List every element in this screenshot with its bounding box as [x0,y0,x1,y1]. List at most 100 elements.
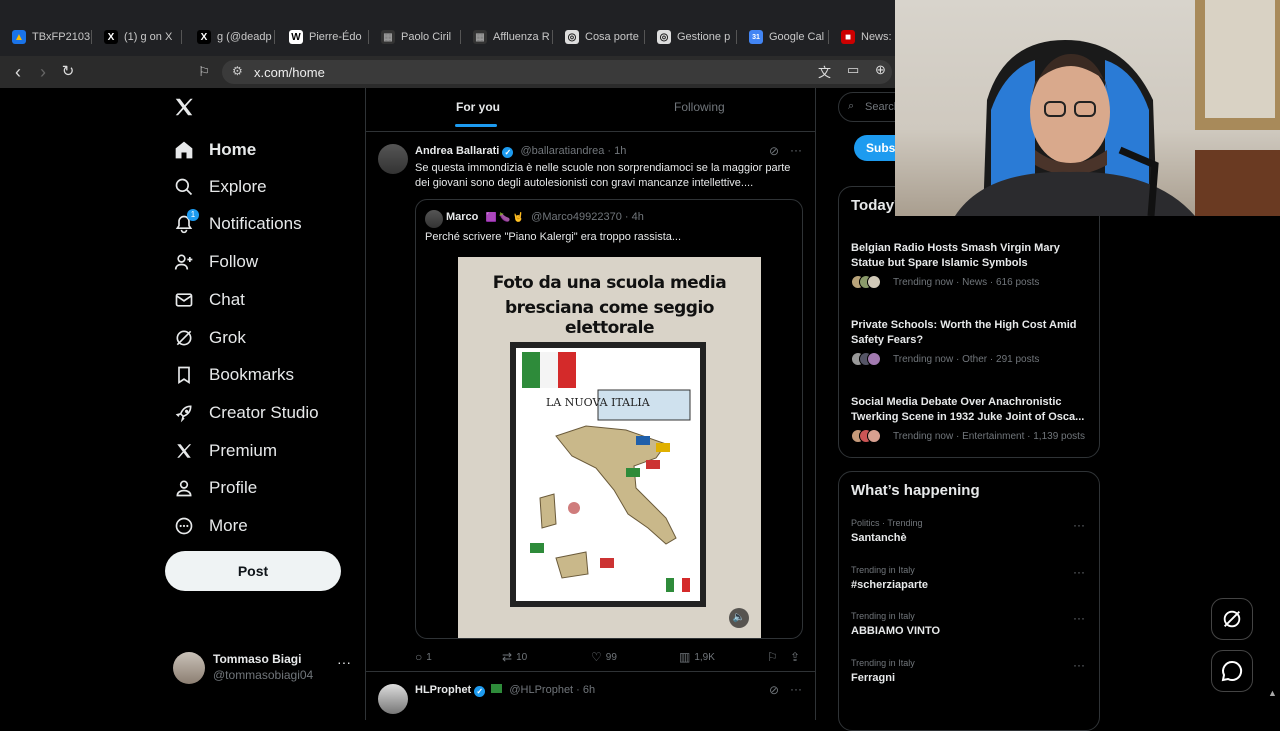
browser-tab[interactable]: ▦ Paolo Ciril [381,28,461,46]
browser-tab[interactable]: ◎ Cosa porte [565,28,645,46]
quote-media-image[interactable]: Foto da una scuola media bresciana come … [458,257,761,638]
account-name: Tommaso Biagi [213,652,302,666]
tweet-author-name[interactable]: HLProphet [415,684,471,696]
browser-tab[interactable]: 31 Google Cal [749,28,829,46]
forward-icon[interactable]: › [33,62,53,82]
grok-icon [173,327,195,349]
x-logo-icon [173,440,195,462]
repost-button[interactable]: ⇄ 10 [502,650,527,664]
more-dots-icon[interactable]: ··· [790,682,802,696]
cast-icon[interactable]: ▭ [847,62,859,78]
site-settings-icon[interactable]: ⚙ [232,64,243,78]
url-field[interactable]: ⚙ x.com/home [222,60,892,84]
tweet-handle[interactable]: @ballaratiandrea · 1h [520,145,626,157]
nav-notifications[interactable]: 1 Notifications [173,209,302,239]
nav-creator-studio[interactable]: Creator Studio [173,398,319,428]
quoted-tweet[interactable]: Marco 🟪 🍆 🤘 @Marco49922370 · 4h Perché s… [415,199,803,639]
search-icon [173,176,195,198]
browser-tab[interactable]: W Pierre-Édo [289,28,369,46]
tweet-author-name[interactable]: Andrea Ballarati [415,145,499,157]
tweet[interactable]: Andrea Ballarati ✓ @ballaratiandrea · 1h … [366,136,815,672]
nav-follow[interactable]: Follow [173,247,258,277]
volume-icon[interactable]: 🔈 [729,608,749,628]
nav-bookmarks[interactable]: Bookmarks [173,360,294,390]
browser-tab[interactable]: ▲ TBxFP2103 [12,28,92,46]
reload-icon[interactable]: ↻ [58,62,78,82]
more-dots-icon[interactable]: ··· [337,654,351,670]
browser-tab[interactable]: ◎ Gestione p [657,28,737,46]
more-dots-icon[interactable]: ··· [1073,658,1085,672]
translate-icon[interactable]: 文 [818,62,831,81]
tab-for-you[interactable]: For you [456,100,500,114]
news-icon: ■ [841,30,855,44]
avatar-stack [851,429,883,443]
nav-home[interactable]: Home [173,135,256,165]
nav-explore[interactable]: Explore [173,172,267,202]
drive-icon: ▲ [12,30,26,44]
bookmark-page-icon[interactable]: ⚐ [194,62,214,82]
scroll-down-arrow-icon[interactable]: ▲ [1268,688,1277,698]
tweet[interactable]: HLProphet ✓ @HLProphet · 6h ⊘ ··· [366,674,815,720]
avatar[interactable] [378,144,408,174]
back-icon[interactable]: ‹ [8,62,28,82]
avatar[interactable] [378,684,408,714]
zoom-icon[interactable]: ⊕ [875,62,886,78]
avatar [173,652,205,684]
quote-author-line: Marco 🟪 🍆 🤘 @Marco49922370 · 4h [446,211,644,223]
news-item[interactable]: Belgian Radio Hosts Smash Virgin Mary St… [851,241,1091,289]
rocket-icon [173,402,195,424]
site-icon: ▦ [473,30,487,44]
nav-premium[interactable]: Premium [173,436,277,466]
trend-item[interactable]: Trending in Italy Ferragni ··· [851,658,1091,684]
views-icon: ▥ [679,650,691,664]
trend-item[interactable]: Politics · Trending Santanchè ··· [851,518,1091,544]
quote-handle: @Marco49922370 · 4h [531,211,644,223]
active-tab-indicator [455,124,497,127]
whats-happening-panel: What’s happening Politics · Trending San… [838,471,1100,731]
post-button[interactable]: Post [165,551,341,591]
news-item[interactable]: Private Schools: Worth the High Cost Ami… [851,318,1091,366]
x-logo-icon: X [104,30,118,44]
views-button[interactable]: ▥ 1,9K [679,650,715,664]
feed-tabs: For you Following [366,88,815,132]
nav-profile[interactable]: Profile [173,473,257,503]
more-dots-icon[interactable]: ··· [790,143,802,157]
profile-icon [173,477,195,499]
quote-author-emojis: 🟪 🍆 🤘 [485,212,525,222]
account-switcher[interactable]: Tommaso Biagi @tommasobiagi04 ··· [173,650,363,686]
browser-tab[interactable]: ▦ Affluenza R [473,28,553,46]
image-caption-line-2: bresciana come seggio elettorale [505,298,714,338]
heart-icon: ♡ [591,650,602,664]
more-dots-icon[interactable]: ··· [1073,611,1085,625]
x-logo-icon[interactable] [173,96,197,120]
news-item[interactable]: Social Media Debate Over Anachronistic T… [851,395,1091,443]
grok-icon[interactable]: ⊘ [769,144,779,158]
more-dots-icon[interactable]: ··· [1073,518,1085,532]
messages-floating-button[interactable] [1211,650,1253,692]
poster-frame: LA NUOVA ITALIA [510,342,706,607]
trend-item[interactable]: Trending in Italy ABBIAMO VINTO ··· [851,611,1091,637]
webcam-overlay [895,0,1280,216]
like-button[interactable]: ♡ 99 [591,650,617,664]
trend-item[interactable]: Trending in Italy #scherziaparte ··· [851,565,1091,591]
more-dots-icon[interactable]: ··· [1073,565,1085,579]
share-button[interactable]: ⇪ [790,650,804,664]
bell-icon: 1 [173,209,199,235]
reply-button[interactable]: ○ 1 [415,650,432,664]
avatar-stack [851,275,883,289]
openai-icon: ◎ [657,30,671,44]
panel-title: What’s happening [851,482,980,499]
bookmark-button[interactable]: ⚐ [767,650,782,664]
quote-text: Perché scrivere "Piano Kalergi" era trop… [425,231,682,243]
tab-following[interactable]: Following [674,100,725,114]
nav-chat[interactable]: Chat [173,285,245,315]
browser-tab[interactable]: X (1) g on X [104,28,182,46]
nav-more[interactable]: More [173,511,248,541]
browser-tab[interactable]: Xg (@deadp [197,28,275,46]
bookmark-icon [173,364,195,386]
browser-tab[interactable]: ■News: u [841,28,895,46]
grok-icon[interactable]: ⊘ [769,683,779,697]
grok-floating-button[interactable] [1211,598,1253,640]
nav-grok[interactable]: Grok [173,323,246,353]
tweet-handle[interactable]: @HLProphet · 6h [509,684,595,696]
